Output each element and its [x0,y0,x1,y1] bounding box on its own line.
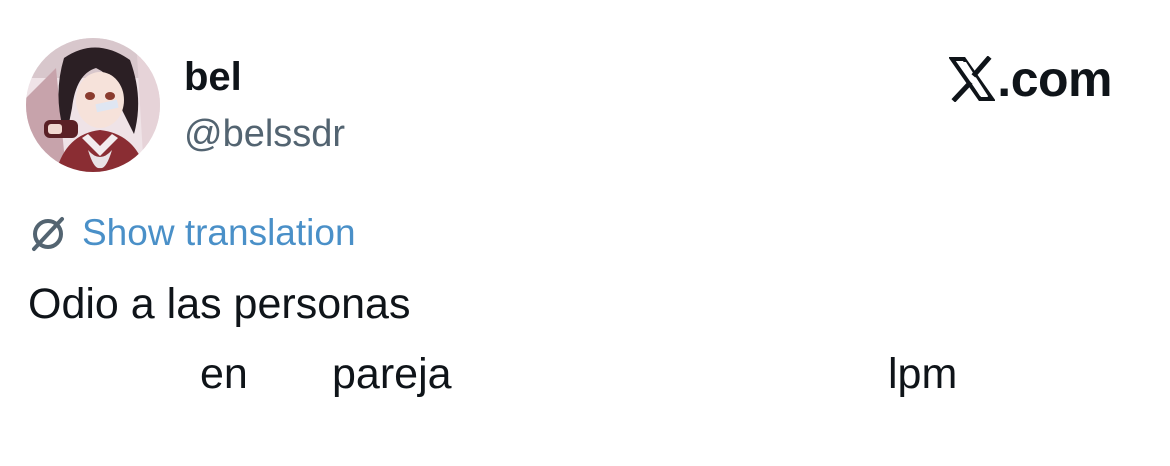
tweet-word-lpm: lpm [888,350,958,398]
tweet-word-pareja: pareja [332,350,452,398]
avatar-image [26,38,160,172]
brand-text: .com [997,51,1112,107]
x-brand-logo: .com [949,52,1112,106]
avatar[interactable] [26,38,160,172]
x-logo-icon [949,56,996,102]
tweet-text-line-1: Odio a las personas [28,280,411,328]
show-translation-label[interactable]: Show translation [82,210,356,256]
show-translation-button[interactable]: Show translation [28,210,356,256]
author-handle[interactable]: @belssdr [184,112,345,156]
globe-slash-icon [32,217,64,251]
author-display-name[interactable]: bel [184,54,242,100]
tweet-word-en: en [200,350,248,398]
tweet-card: bel @belssdr .com Show translation Odio … [0,0,1170,466]
